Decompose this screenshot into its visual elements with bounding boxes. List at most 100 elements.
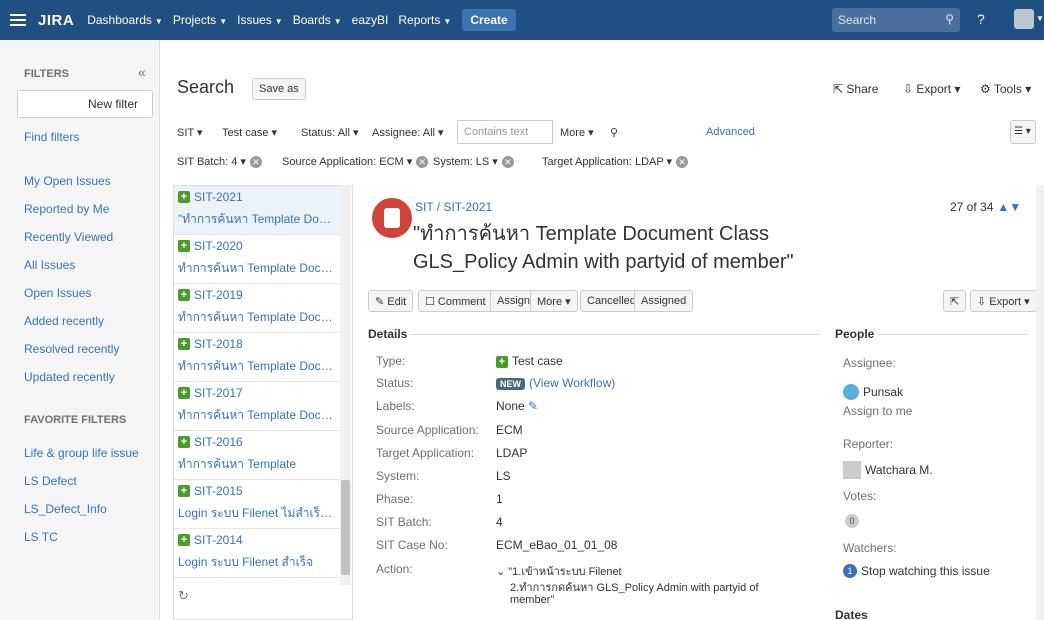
user-avatar[interactable] — [1014, 9, 1034, 29]
main-nav: Dashboards ▼ Projects ▼ Issues ▼ Boards ▼ ea… — [82, 9, 516, 31]
votes-count-badge[interactable]: 0 — [845, 514, 859, 528]
favorite-filter-item[interactable]: Life & group life issue — [24, 446, 139, 460]
view-workflow-link[interactable]: (View Workflow) — [529, 376, 615, 390]
issue-list-scroll-thumb[interactable] — [341, 480, 350, 575]
assigned-button[interactable]: Assigned — [634, 290, 694, 312]
test-case-icon: + — [178, 387, 190, 399]
chevron-down-icon[interactable]: ⌄ — [496, 566, 508, 578]
list-item[interactable]: +SIT-2019ทำการค้นหา Template Docume... — [174, 284, 340, 333]
dates-heading: Dates — [835, 608, 868, 620]
sidebar-item-updated-recently[interactable]: Updated recently — [24, 370, 115, 384]
nav-boards[interactable]: Boards ▼ — [293, 13, 342, 27]
sidebar-item-my-open-issues[interactable]: My Open Issues — [24, 174, 111, 188]
more-button[interactable]: More ▾ — [530, 290, 578, 312]
field-value-target-application: LDAP — [496, 446, 528, 460]
sidebar-item-reported-by-me[interactable]: Reported by Me — [24, 202, 109, 216]
field-label: Source Application: — [376, 423, 479, 437]
help-icon[interactable]: ? — [977, 11, 985, 27]
search-icon[interactable]: ⚲ — [610, 126, 618, 139]
test-case-icon: + — [178, 240, 190, 252]
contains-text-input[interactable]: Contains text — [457, 120, 553, 144]
list-item[interactable]: +SIT-2018ทำการค้นหา Template Docume... — [174, 333, 340, 382]
list-item[interactable]: + SIT-2021 "ทำการค้นหา Template Docum... — [174, 186, 340, 235]
filter-sit-batch[interactable]: SIT Batch: 4 ▾ ✕ — [177, 155, 262, 168]
remove-filter-icon[interactable]: ✕ — [501, 156, 514, 168]
find-filters-link[interactable]: Find filters — [24, 130, 79, 144]
export-button[interactable]: ⇩ Export ▾ — [970, 290, 1037, 312]
nav-dashboards[interactable]: Dashboards ▼ — [87, 13, 163, 27]
list-item[interactable]: +SIT-2017ทำการค้นหา Template Docume... — [174, 382, 340, 431]
new-filter-button[interactable]: New filter — [17, 90, 153, 118]
assignee-value[interactable]: Punsak — [843, 384, 903, 400]
detail-scrollbar[interactable] — [1036, 185, 1044, 620]
layout-switcher-button[interactable]: ☰ ▾ — [1010, 120, 1036, 144]
top-navigation-bar: JIRA Dashboards ▼ Projects ▼ Issues ▼ Board… — [0, 0, 1044, 40]
test-case-icon: + — [178, 485, 190, 497]
sidebar-item-added-recently[interactable]: Added recently — [24, 314, 104, 328]
filter-source-application[interactable]: Source Application: ECM ▾ ✕ — [282, 155, 429, 168]
field-label: System: — [376, 469, 420, 483]
filter-test-case[interactable]: Test case ▾ — [222, 126, 277, 139]
filters-sidebar: FILTERS « New filter Find filters My Ope… — [0, 40, 160, 620]
people-heading: People — [835, 327, 875, 341]
nav-issues[interactable]: Issues ▼ — [237, 13, 283, 27]
stop-watching-link[interactable]: 1 Stop watching this issue — [843, 564, 990, 578]
field-label: Action: — [376, 562, 413, 576]
nav-projects[interactable]: Projects ▼ — [173, 13, 227, 27]
jira-logo[interactable]: JIRA — [38, 12, 74, 29]
tools-button[interactable]: ⚙ Tools ▾ — [980, 82, 1031, 96]
test-case-icon: + — [178, 436, 190, 448]
share-icon[interactable]: ⇱ — [943, 290, 967, 312]
nav-reports[interactable]: Reports ▼ — [398, 13, 451, 27]
assignee-label: Assignee: — [843, 356, 896, 370]
collapse-sidebar-icon[interactable]: « — [138, 64, 146, 80]
comment-button[interactable]: ☐ Comment — [418, 290, 493, 312]
export-button[interactable]: ⇩ Export ▾ — [903, 82, 960, 96]
filter-target-application[interactable]: Target Application: LDAP ▾ ✕ — [542, 155, 689, 168]
breadcrumb[interactable]: SIT / SIT-2021 — [415, 200, 492, 214]
favorite-filter-item[interactable]: LS_Defect_Info — [24, 502, 107, 516]
filter-more[interactable]: More ▾ — [560, 126, 594, 139]
create-button[interactable]: Create — [462, 9, 516, 31]
quick-search-input[interactable]: Search ⚲ — [832, 8, 960, 32]
nav-eazybi[interactable]: eazyBI — [352, 13, 389, 27]
remove-filter-icon[interactable]: ✕ — [676, 156, 689, 168]
edit-button[interactable]: ✎ Edit — [368, 290, 414, 312]
avatar — [843, 384, 859, 400]
list-item[interactable]: + SIT-2016 ทำการค้นหา Template — [174, 431, 340, 480]
pager-arrows-icon[interactable]: ▲▼ — [997, 200, 1021, 214]
list-item[interactable]: + SIT-2014 Login ระบบ Filenet สำเร็จ — [174, 529, 340, 578]
sidebar-item-open-issues[interactable]: Open Issues — [24, 286, 91, 300]
field-value-sit-case-no: ECM_eBao_01_01_08 — [496, 538, 618, 552]
advanced-search-link[interactable]: Advanced — [706, 126, 755, 138]
favorite-filters-title: FAVORITE FILTERS — [24, 414, 127, 426]
pencil-icon[interactable]: ✎ — [528, 399, 538, 413]
field-value-phase: 1 — [496, 492, 503, 506]
search-icon: ⚲ — [945, 12, 954, 26]
field-label: SIT Batch: — [376, 515, 432, 529]
favorite-filter-item[interactable]: LS TC — [24, 530, 58, 544]
sidebar-item-all-issues[interactable]: All Issues — [24, 258, 75, 272]
reporter-value[interactable]: Watchara M. — [843, 461, 933, 479]
status-badge: NEW — [496, 378, 525, 390]
test-case-icon: + — [178, 534, 190, 546]
chevron-down-icon[interactable]: ▼ — [1036, 14, 1044, 23]
sidebar-item-resolved-recently[interactable]: Resolved recently — [24, 342, 119, 356]
remove-filter-icon[interactable]: ✕ — [249, 156, 262, 168]
filter-assignee[interactable]: Assignee: All ▾ — [372, 126, 444, 139]
list-item[interactable]: +SIT-2020ทำการค้นหา Template Docume... — [174, 235, 340, 284]
share-button[interactable]: ⇱ Share — [833, 82, 878, 96]
watchers-count-badge: 1 — [843, 564, 857, 578]
filter-system[interactable]: System: LS ▾ ✕ — [433, 155, 514, 168]
list-item[interactable]: +SIT-2015Login ระบบ Filenet ไม่สำเร็จ Us… — [174, 480, 340, 529]
assign-to-me-link[interactable]: Assign to me — [843, 404, 912, 418]
filter-sit[interactable]: SIT ▾ — [177, 126, 203, 139]
favorite-filter-item[interactable]: LS Defect — [24, 474, 77, 488]
save-as-button[interactable]: Save as — [252, 78, 306, 100]
field-label: Target Application: — [376, 446, 475, 460]
sidebar-item-recently-viewed[interactable]: Recently Viewed — [24, 230, 113, 244]
remove-filter-icon[interactable]: ✕ — [416, 156, 429, 168]
refresh-icon[interactable]: ↻ — [178, 588, 189, 604]
app-switcher-icon[interactable] — [10, 14, 26, 26]
filter-status[interactable]: Status: All ▾ — [301, 126, 359, 139]
